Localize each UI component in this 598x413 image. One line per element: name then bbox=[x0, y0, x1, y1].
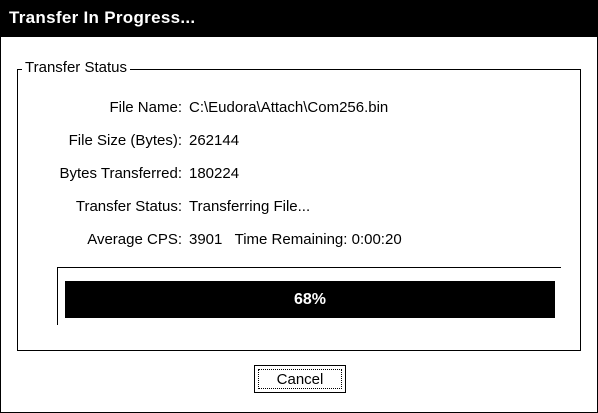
progress-percent-label: 68% bbox=[293, 291, 327, 308]
title-bar[interactable]: Transfer In Progress... bbox=[1, 1, 597, 37]
average-cps-label: Average CPS: bbox=[87, 231, 182, 248]
file-size-value: 262144 bbox=[189, 132, 240, 149]
transfer-status-value: Transferring File... bbox=[189, 198, 311, 215]
transfer-dialog: Transfer In Progress... Transfer Status … bbox=[0, 0, 598, 413]
average-cps-value: 3901 bbox=[189, 231, 223, 248]
time-remaining-value: 0:00:20 bbox=[351, 231, 402, 248]
average-cps-group: 3901 Time Remaining: 0:00:20 bbox=[189, 230, 402, 250]
group-legend: Transfer Status bbox=[22, 58, 130, 78]
transfer-status-label: Transfer Status: bbox=[75, 198, 182, 215]
file-name-value: C:\Eudora\Attach\Com256.bin bbox=[189, 99, 389, 116]
bytes-transferred-value: 180224 bbox=[189, 165, 240, 182]
window-title: Transfer In Progress... bbox=[9, 8, 196, 27]
file-size-label: File Size (Bytes): bbox=[68, 132, 182, 149]
cancel-button[interactable]: Cancel bbox=[254, 365, 346, 393]
cancel-button-label: Cancel bbox=[258, 369, 342, 389]
bytes-transferred-label: Bytes Transferred: bbox=[59, 165, 182, 182]
file-name-label: File Name: bbox=[109, 99, 182, 116]
progress-bar: 68% bbox=[65, 281, 555, 318]
time-remaining-label: Time Remaining: bbox=[234, 231, 348, 248]
